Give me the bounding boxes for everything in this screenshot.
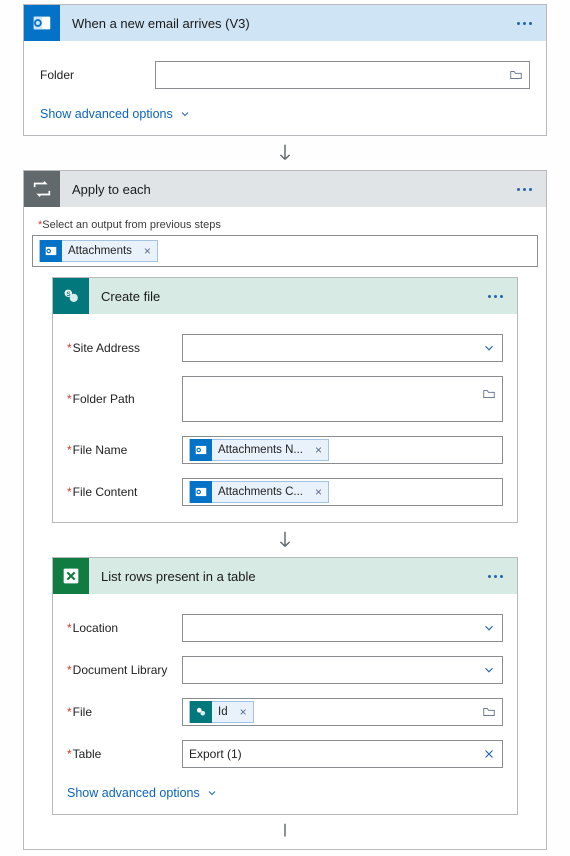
apply-to-each-header[interactable]: Apply to each: [24, 171, 546, 207]
flow-arrow-icon: [32, 821, 538, 843]
folder-picker-icon[interactable]: [509, 68, 523, 82]
file-label: File: [67, 705, 182, 719]
file-name-field[interactable]: Attachments N... ×: [182, 436, 503, 464]
file-field[interactable]: Id ×: [182, 698, 503, 726]
sharepoint-icon: S: [53, 278, 89, 314]
table-value: Export (1): [189, 747, 242, 761]
chevron-down-icon[interactable]: [482, 621, 496, 635]
folder-path-label: Folder Path: [67, 392, 182, 406]
chevron-down-icon: [206, 787, 218, 799]
remove-token-icon[interactable]: ×: [309, 443, 328, 457]
document-library-label: Document Library: [67, 663, 182, 677]
outlook-icon: [190, 439, 212, 461]
select-output-label: *Select an output from previous steps: [38, 219, 538, 231]
document-library-field[interactable]: [182, 656, 503, 684]
create-file-title: Create file: [89, 289, 484, 304]
clear-icon[interactable]: [482, 747, 496, 761]
list-rows-header[interactable]: List rows present in a table: [53, 558, 517, 594]
folder-picker-icon[interactable]: [482, 705, 496, 719]
table-label: Table: [67, 747, 182, 761]
trigger-title: When a new email arrives (V3): [60, 16, 513, 31]
more-icon[interactable]: [513, 16, 536, 31]
more-icon[interactable]: [513, 182, 536, 197]
folder-field[interactable]: [155, 61, 530, 89]
location-label: Location: [67, 621, 182, 635]
site-address-label: Site Address: [67, 341, 182, 355]
attachments-content-token[interactable]: Attachments C... ×: [189, 481, 329, 503]
select-output-field[interactable]: Attachments ×: [32, 235, 538, 267]
flow-arrow-icon: [0, 142, 570, 164]
advanced-options-link[interactable]: Show advanced options: [40, 107, 191, 121]
id-token[interactable]: Id ×: [189, 701, 254, 723]
excel-icon: [53, 558, 89, 594]
attachments-name-token[interactable]: Attachments N... ×: [189, 439, 329, 461]
folder-path-field[interactable]: [182, 376, 503, 422]
file-content-label: File Content: [67, 485, 182, 499]
create-file-card: S Create file Site Address Folder Pat: [52, 277, 518, 523]
chevron-down-icon[interactable]: [482, 663, 496, 677]
apply-to-each-title: Apply to each: [60, 182, 513, 197]
more-icon[interactable]: [484, 289, 507, 304]
chevron-down-icon: [179, 108, 191, 120]
file-name-label: File Name: [67, 443, 182, 457]
chevron-down-icon[interactable]: [482, 341, 496, 355]
trigger-header[interactable]: When a new email arrives (V3): [24, 5, 546, 41]
apply-to-each-card: Apply to each *Select an output from pre…: [23, 170, 547, 850]
list-rows-card: List rows present in a table Location Do…: [52, 557, 518, 815]
advanced-options-link[interactable]: Show advanced options: [67, 786, 218, 800]
remove-token-icon[interactable]: ×: [138, 244, 157, 258]
outlook-icon: [40, 240, 62, 262]
more-icon[interactable]: [484, 569, 507, 584]
remove-token-icon[interactable]: ×: [309, 485, 328, 499]
flow-arrow-icon: [32, 529, 538, 551]
create-file-header[interactable]: S Create file: [53, 278, 517, 314]
list-rows-title: List rows present in a table: [89, 569, 484, 584]
folder-label: Folder: [40, 68, 155, 82]
outlook-icon: [190, 481, 212, 503]
folder-picker-icon[interactable]: [482, 387, 496, 401]
outlook-icon: [24, 5, 60, 41]
sharepoint-icon: [190, 701, 212, 723]
file-content-field[interactable]: Attachments C... ×: [182, 478, 503, 506]
svg-text:S: S: [66, 291, 71, 298]
remove-token-icon[interactable]: ×: [234, 705, 253, 719]
attachments-token[interactable]: Attachments ×: [39, 240, 158, 262]
table-field[interactable]: Export (1): [182, 740, 503, 768]
trigger-card: When a new email arrives (V3) Folder Sho…: [23, 4, 547, 136]
site-address-field[interactable]: [182, 334, 503, 362]
loop-icon: [24, 171, 60, 207]
location-field[interactable]: [182, 614, 503, 642]
